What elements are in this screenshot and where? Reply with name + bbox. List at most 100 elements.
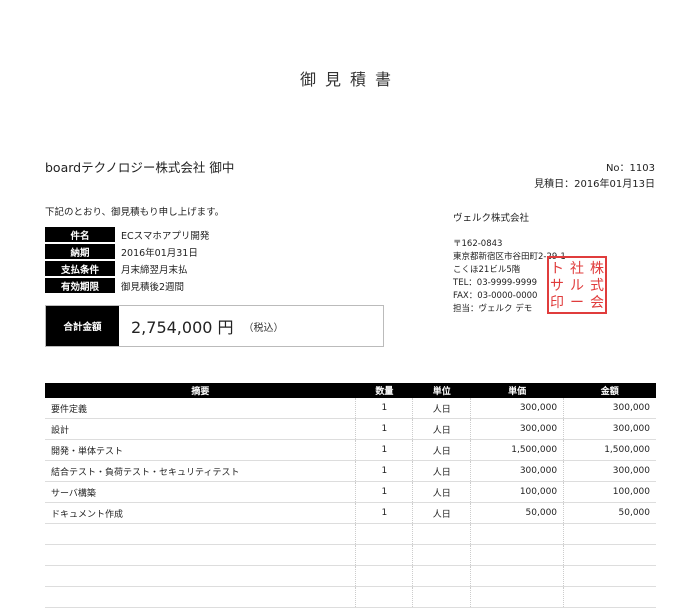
cell-unit: [412, 523, 471, 545]
cell-quantity: [355, 544, 413, 566]
cell-unit-price: 300,000: [470, 418, 564, 440]
document-title: 御見積書: [299, 70, 400, 89]
info-value: 御見積後2週間: [121, 281, 185, 293]
cell-amount: 300,000: [563, 418, 656, 440]
cell-description: ドキュメント作成: [45, 502, 356, 524]
cell-description: [45, 586, 356, 608]
header-amount: 金額: [563, 383, 656, 398]
cell-unit: [412, 544, 471, 566]
table-row: 開発・単体テスト 1 人日 1,500,000 1,500,000: [45, 439, 656, 461]
cell-quantity: [355, 586, 413, 608]
info-row-validity: 有効期限 御見積後2週間: [45, 278, 209, 293]
document-number: No：1103: [605, 163, 655, 174]
document-meta: No：1103 見積日：2016年01月13日: [534, 161, 655, 193]
table-row-empty: [45, 523, 656, 545]
seal-char: 式: [590, 278, 604, 294]
cell-amount: 100,000: [563, 481, 656, 503]
info-label: 件名: [45, 227, 115, 242]
table-row: ドキュメント作成 1 人日 50,000 50,000: [45, 502, 656, 524]
cell-unit-price: [470, 523, 564, 545]
cell-quantity: 1: [355, 418, 413, 440]
info-value: ECスマホアプリ開発: [121, 230, 210, 242]
cell-unit: 人日: [412, 418, 471, 440]
estimate-date: 見積日：2016年01月13日: [534, 179, 655, 190]
seal-char: ー: [570, 295, 584, 311]
info-table: 件名 ECスマホアプリ開発 納期 2016年01月31日 支払条件 月末締翌月末…: [45, 225, 209, 295]
items-header-row: 摘要 数量 単位 単価 金額: [45, 383, 656, 398]
tax-note: （税込）: [243, 322, 284, 334]
header-unit-price: 単価: [470, 383, 564, 398]
cell-description: [45, 523, 356, 545]
seal-char: ト: [550, 261, 564, 277]
cell-quantity: 1: [355, 481, 413, 503]
total-label: 合計金額: [46, 306, 119, 346]
cell-description: 要件定義: [45, 398, 356, 419]
company-seal: 株 式 会 社 ル ー ト サ 印: [547, 256, 607, 314]
cell-amount: 300,000: [563, 460, 656, 482]
cell-description: 開発・単体テスト: [45, 439, 356, 461]
cell-amount: [563, 523, 656, 545]
issuer-company: ヴェルク株式会社: [453, 213, 530, 224]
table-row: 要件定義 1 人日 300,000 300,000: [45, 398, 656, 419]
cell-unit: [412, 586, 471, 608]
header-description: 摘要: [45, 383, 356, 398]
cell-description: サーバ構築: [45, 481, 356, 503]
info-label: 納期: [45, 244, 115, 259]
cell-description: [45, 565, 356, 587]
info-row-subject: 件名 ECスマホアプリ開発: [45, 227, 209, 242]
cell-unit: 人日: [412, 502, 471, 524]
cell-unit-price: 100,000: [470, 481, 564, 503]
cell-quantity: [355, 565, 413, 587]
cell-description: [45, 544, 356, 566]
cell-description: 設計: [45, 418, 356, 440]
postal-code: 〒162-0843: [453, 239, 503, 249]
cell-amount: 300,000: [563, 398, 656, 419]
table-row-empty: [45, 565, 656, 587]
cell-quantity: 1: [355, 439, 413, 461]
cell-amount: [563, 544, 656, 566]
header-quantity: 数量: [355, 383, 413, 398]
seal-char: ル: [570, 278, 584, 294]
cell-quantity: [355, 523, 413, 545]
cell-amount: 1,500,000: [563, 439, 656, 461]
client-name: boardテクノロジー株式会社 御中: [45, 160, 235, 175]
seal-char: 印: [550, 295, 564, 311]
cell-unit: 人日: [412, 439, 471, 461]
cell-unit-price: 300,000: [470, 398, 564, 419]
cell-amount: [563, 586, 656, 608]
info-value: 2016年01月31日: [121, 247, 198, 259]
info-label: 支払条件: [45, 261, 115, 276]
cell-unit: 人日: [412, 481, 471, 503]
cell-description: 結合テスト・負荷テスト・セキュリティテスト: [45, 460, 356, 482]
total-value: 2,754,000 円 （税込）: [119, 306, 284, 346]
seal-char: サ: [550, 278, 564, 294]
cell-unit-price: 50,000: [470, 502, 564, 524]
table-row: 結合テスト・負荷テスト・セキュリティテスト 1 人日 300,000 300,0…: [45, 460, 656, 482]
cell-unit: 人日: [412, 398, 471, 419]
table-row-empty: [45, 586, 656, 608]
cell-unit-price: 300,000: [470, 460, 564, 482]
intro-text: 下記のとおり、御見積もり申し上げます。: [45, 207, 225, 218]
cell-quantity: 1: [355, 398, 413, 419]
info-label: 有効期限: [45, 278, 115, 293]
seal-char: 社: [570, 261, 584, 277]
cell-unit: 人日: [412, 460, 471, 482]
seal-characters: 株 式 会 社 ル ー ト サ 印: [550, 261, 604, 311]
table-row: サーバ構築 1 人日 100,000 100,000: [45, 481, 656, 503]
cell-quantity: 1: [355, 460, 413, 482]
cell-unit: [412, 565, 471, 587]
header-unit: 単位: [412, 383, 471, 398]
info-value: 月末締翌月末払: [121, 264, 188, 276]
info-row-deadline: 納期 2016年01月31日: [45, 244, 209, 259]
cell-quantity: 1: [355, 502, 413, 524]
table-row-empty: [45, 544, 656, 566]
items-table: 摘要 数量 単位 単価 金額 要件定義 1 人日 300,000 300,000…: [45, 383, 656, 608]
cell-unit-price: [470, 586, 564, 608]
cell-amount: 50,000: [563, 502, 656, 524]
cell-amount: [563, 565, 656, 587]
cell-unit-price: [470, 544, 564, 566]
cell-unit-price: 1,500,000: [470, 439, 564, 461]
total-box: 合計金額 2,754,000 円 （税込）: [45, 305, 384, 347]
info-row-payment: 支払条件 月末締翌月末払: [45, 261, 209, 276]
seal-char: 会: [590, 295, 604, 311]
